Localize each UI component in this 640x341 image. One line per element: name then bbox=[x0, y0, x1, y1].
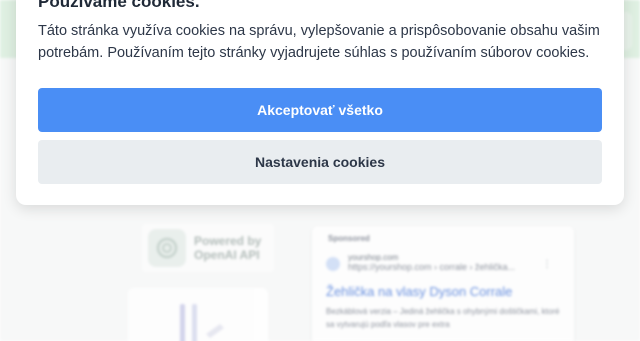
ad-description: Bezkáblová verzia – Jediná žehlička s oh… bbox=[326, 307, 560, 329]
globe-icon bbox=[326, 257, 340, 271]
ad-domain: yourshop.com bbox=[348, 253, 399, 262]
product-image bbox=[128, 288, 268, 341]
more-vert-icon: ⋮ bbox=[542, 259, 552, 270]
openai-logo-icon bbox=[148, 229, 186, 267]
accept-all-button[interactable]: Akceptovať všetko bbox=[38, 88, 602, 132]
ad-sponsored-label: Sponsored bbox=[328, 234, 370, 243]
cookie-description: Táto stránka využíva cookies na správu, … bbox=[38, 23, 600, 61]
ad-url-row: yourshop.com https://yourshop.com › corr… bbox=[326, 253, 560, 272]
cookie-settings-button[interactable]: Nastavenia cookies bbox=[38, 140, 602, 184]
openai-badge: Powered by OpenAI API bbox=[142, 224, 274, 272]
ad-title-link: Žehlička na vlasy Dyson Corrale bbox=[326, 284, 513, 299]
hair-straightener-image bbox=[180, 304, 224, 341]
ad-path: https://yourshop.com › corrale › žehličk… bbox=[348, 262, 516, 272]
cookie-consent-dialog: Používame cookies. Táto stránka využíva … bbox=[16, 0, 624, 205]
openai-badge-text: Powered by OpenAI API bbox=[194, 234, 262, 262]
sponsored-ad: Sponsored yourshop.com https://yourshop.… bbox=[312, 226, 574, 341]
cookie-title: Používame cookies. bbox=[38, 0, 200, 11]
